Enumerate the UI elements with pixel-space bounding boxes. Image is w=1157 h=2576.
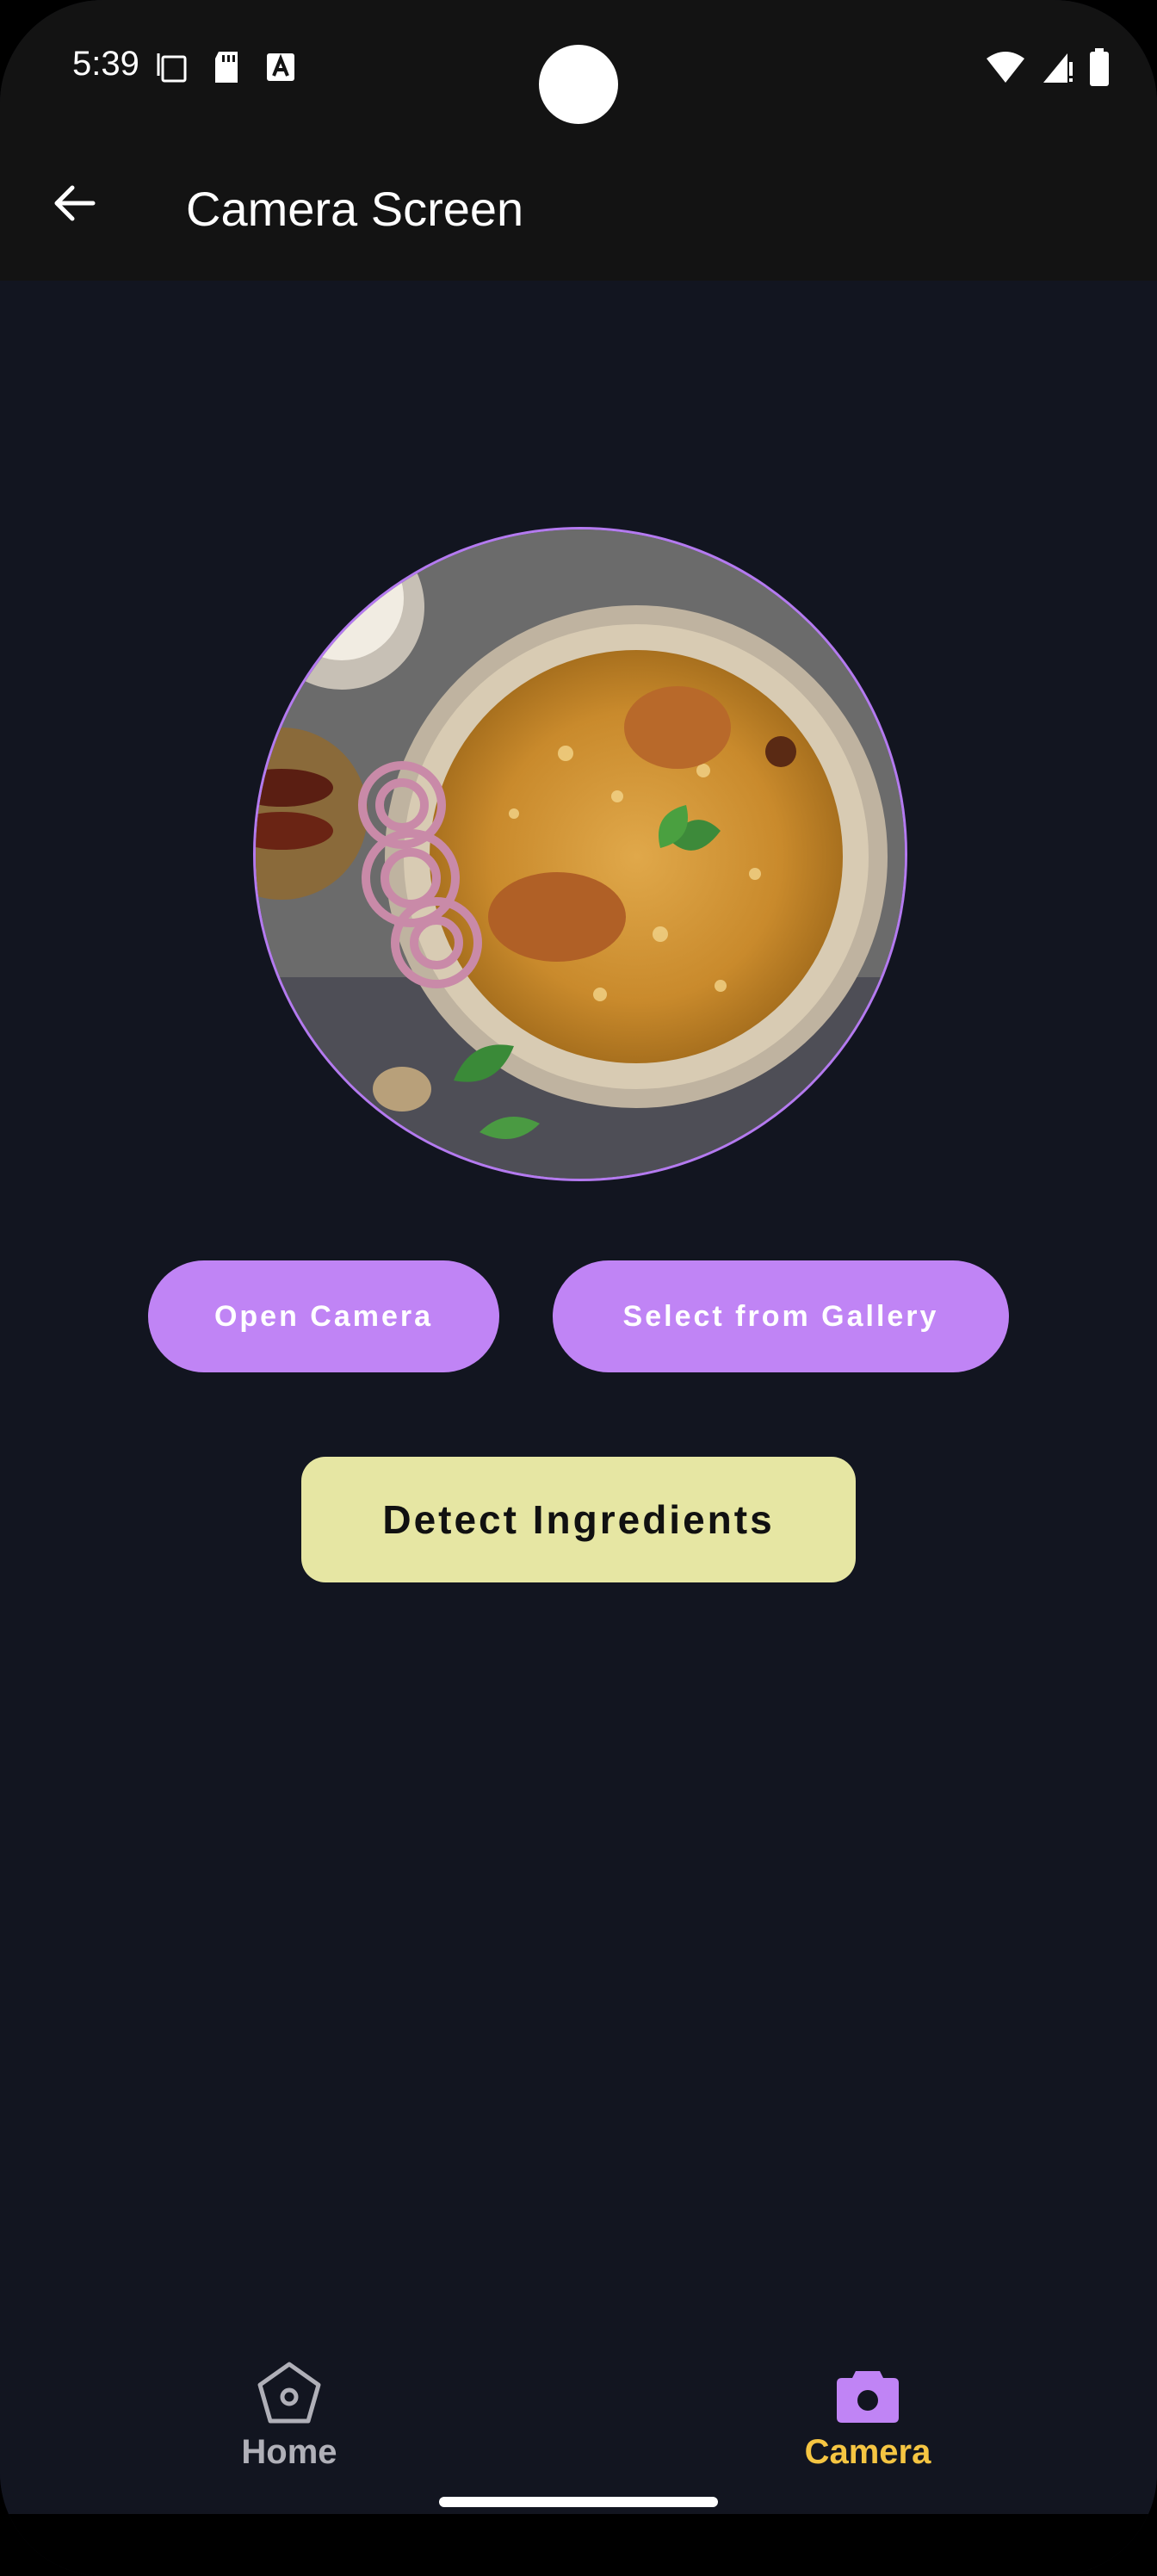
nav-label-home: Home: [241, 2433, 337, 2471]
back-button[interactable]: [34, 164, 114, 243]
status-time: 5:39: [72, 45, 139, 83]
status-icons-right: [985, 48, 1111, 86]
sd-card-icon: [215, 52, 238, 83]
detect-ingredients-button[interactable]: Detect Ingredients: [301, 1457, 856, 1582]
screenshot-notification-icon: [157, 53, 187, 83]
open-camera-button[interactable]: Open Camera: [148, 1260, 499, 1372]
text-a-icon: [267, 53, 294, 81]
page-title: Camera Screen: [186, 182, 524, 236]
wifi-icon: [987, 52, 1024, 83]
cell-signal-icon: [1043, 53, 1073, 83]
nav-label-camera: Camera: [804, 2433, 931, 2471]
gesture-bar: [0, 2514, 1157, 2576]
battery-icon: [1090, 48, 1109, 86]
arrow-back-icon: [54, 185, 96, 221]
selected-food-image: [253, 527, 907, 1181]
food-image-illustration: [256, 529, 905, 1179]
nav-item-camera[interactable]: Camera: [739, 2359, 997, 2514]
front-camera-cutout: [539, 45, 618, 124]
nav-item-home[interactable]: Home: [160, 2359, 418, 2514]
home-gesture-handle[interactable]: [439, 2497, 718, 2507]
camera-icon: [837, 2371, 899, 2423]
home-pentagon-icon: [257, 2362, 321, 2424]
select-from-gallery-button[interactable]: Select from Gallery: [553, 1260, 1009, 1372]
status-bar: 5:39: [0, 0, 1157, 129]
bottom-navigation: Home Camera: [0, 2359, 1157, 2514]
app-bar: Camera Screen: [0, 129, 1157, 281]
device-frame: 5:39 Camera Screen Open Camera Select fr…: [0, 0, 1157, 2576]
status-icons-left: [155, 50, 296, 84]
